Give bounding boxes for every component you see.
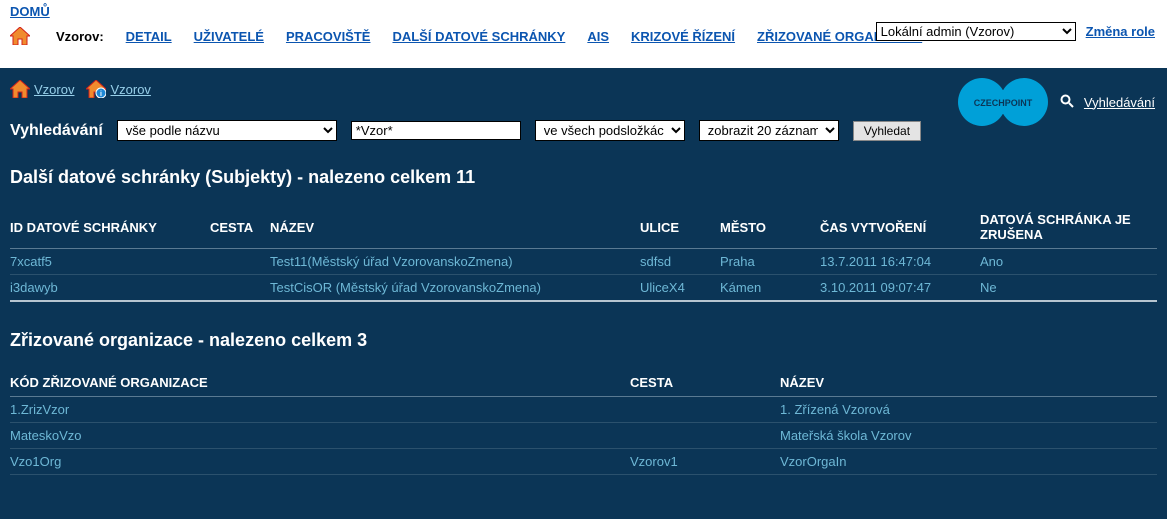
- col-cas[interactable]: ČAS VYTVOŘENÍ: [820, 208, 980, 249]
- brand-area: CZECHPOINT Vyhledávání: [956, 76, 1155, 128]
- table-header-row: KÓD ZŘIZOVANÉ ORGANIZACE CESTA NÁZEV: [10, 371, 1157, 397]
- cell-id: i3dawyb: [10, 280, 58, 295]
- col-mesto[interactable]: MĚSTO: [720, 208, 820, 249]
- search-label: Vyhledávání: [10, 122, 103, 140]
- svg-text:CZECHPOINT: CZECHPOINT: [974, 98, 1033, 108]
- table-row[interactable]: Vzo1Org Vzorov1 VzorOrgaIn: [10, 449, 1157, 475]
- cell-zrusena: Ne: [980, 280, 997, 295]
- cell-kod: Vzo1Org: [10, 454, 61, 469]
- table-row[interactable]: 7xcatf5 Test11(Městský úřad VzorovanskoZ…: [10, 249, 1157, 275]
- col-nazev[interactable]: NÁZEV: [270, 208, 640, 249]
- table-header-row: ID DATOVÉ SCHRÁNKY CESTA NÁZEV ULICE MĚS…: [10, 208, 1157, 249]
- section1-title: Další datové schránky (Subjekty) - nalez…: [10, 167, 1157, 188]
- cell-id: 7xcatf5: [10, 254, 52, 269]
- czechpoint-logo: CZECHPOINT: [956, 76, 1050, 128]
- col-id[interactable]: ID DATOVÉ SCHRÁNKY: [10, 208, 210, 249]
- top-bar: DOMŮ Vzorov: DETAIL UŽIVATELÉ PRACOVIŠTĚ…: [0, 0, 1167, 68]
- search-scope-select[interactable]: ve všech podsložkách: [535, 120, 685, 141]
- change-role-link[interactable]: Změna role: [1086, 24, 1155, 39]
- cell-cas: 3.10.2011 09:07:47: [820, 280, 931, 295]
- cell-mesto: Kámen: [720, 280, 761, 295]
- cell-nazev: Test11(Městský úřad VzorovanskoZmena): [270, 254, 513, 269]
- breadcrumb-b[interactable]: Vzorov: [110, 82, 150, 97]
- cell-cesta: Vzorov1: [630, 454, 678, 469]
- cell-kod: 1.ZrizVzor: [10, 402, 69, 417]
- table-row[interactable]: 1.ZrizVzor 1. Zřízená Vzorová: [10, 397, 1157, 423]
- cell-kod: MateskoVzo: [10, 428, 82, 443]
- house-icon: [10, 27, 30, 45]
- org-table: KÓD ZŘIZOVANÉ ORGANIZACE CESTA NÁZEV 1.Z…: [10, 371, 1157, 475]
- content: CZECHPOINT Vyhledávání Vzorov Vzorov Vyh…: [0, 68, 1167, 519]
- search-limit-select[interactable]: zobrazit 20 záznamů: [699, 120, 839, 141]
- cell-nazev: TestCisOR (Městský úřad VzorovanskoZmena…: [270, 280, 541, 295]
- section2-title: Zřizované organizace - nalezeno celkem 3: [10, 330, 1157, 351]
- house-info-icon: [86, 80, 106, 98]
- nav-ais[interactable]: AIS: [587, 29, 609, 44]
- search-term-input[interactable]: [351, 121, 521, 140]
- cell-nazev: Mateřská škola Vzorov: [780, 428, 912, 443]
- role-box: Lokální admin (Vzorov) Změna role: [876, 22, 1155, 41]
- col-ulice[interactable]: ULICE: [640, 208, 720, 249]
- col-kod[interactable]: KÓD ZŘIZOVANÉ ORGANIZACE: [10, 371, 630, 397]
- cell-ulice: UliceX4: [640, 280, 685, 295]
- cell-cas: 13.7.2011 16:47:04: [820, 254, 931, 269]
- house-icon: [10, 80, 30, 98]
- schranky-table: ID DATOVÉ SCHRÁNKY CESTA NÁZEV ULICE MĚS…: [10, 208, 1157, 302]
- cell-ulice: sdfsd: [640, 254, 671, 269]
- col-zrusena[interactable]: DATOVÁ SCHRÁNKA JE ZRUŠENA: [980, 208, 1157, 249]
- nav-krizove[interactable]: KRIZOVÉ ŘÍZENÍ: [631, 29, 735, 44]
- entity-label: Vzorov:: [56, 29, 104, 44]
- breadcrumb-a[interactable]: Vzorov: [34, 82, 74, 97]
- nav-uzivatele[interactable]: UŽIVATELÉ: [194, 29, 264, 44]
- cell-mesto: Praha: [720, 254, 755, 269]
- table-row[interactable]: MateskoVzo Mateřská škola Vzorov: [10, 423, 1157, 449]
- search-icon: [1060, 94, 1074, 111]
- home-link[interactable]: DOMŮ: [10, 4, 50, 19]
- nav-schranky[interactable]: DALŠÍ DATOVÉ SCHRÁNKY: [392, 29, 565, 44]
- col-nazev2[interactable]: NÁZEV: [780, 371, 1157, 397]
- nav-detail[interactable]: DETAIL: [126, 29, 172, 44]
- role-select[interactable]: Lokální admin (Vzorov): [876, 22, 1076, 41]
- search-link[interactable]: Vyhledávání: [1084, 95, 1155, 110]
- cell-nazev: VzorOrgaIn: [780, 454, 846, 469]
- cell-zrusena: Ano: [980, 254, 1003, 269]
- col-cesta2[interactable]: CESTA: [630, 371, 780, 397]
- search-button[interactable]: Vyhledat: [853, 121, 921, 141]
- cell-nazev: 1. Zřízená Vzorová: [780, 402, 890, 417]
- search-by-select[interactable]: vše podle názvu: [117, 120, 337, 141]
- col-cesta[interactable]: CESTA: [210, 208, 270, 249]
- table-row[interactable]: i3dawyb TestCisOR (Městský úřad Vzorovan…: [10, 275, 1157, 302]
- nav-pracoviste[interactable]: PRACOVIŠTĚ: [286, 29, 371, 44]
